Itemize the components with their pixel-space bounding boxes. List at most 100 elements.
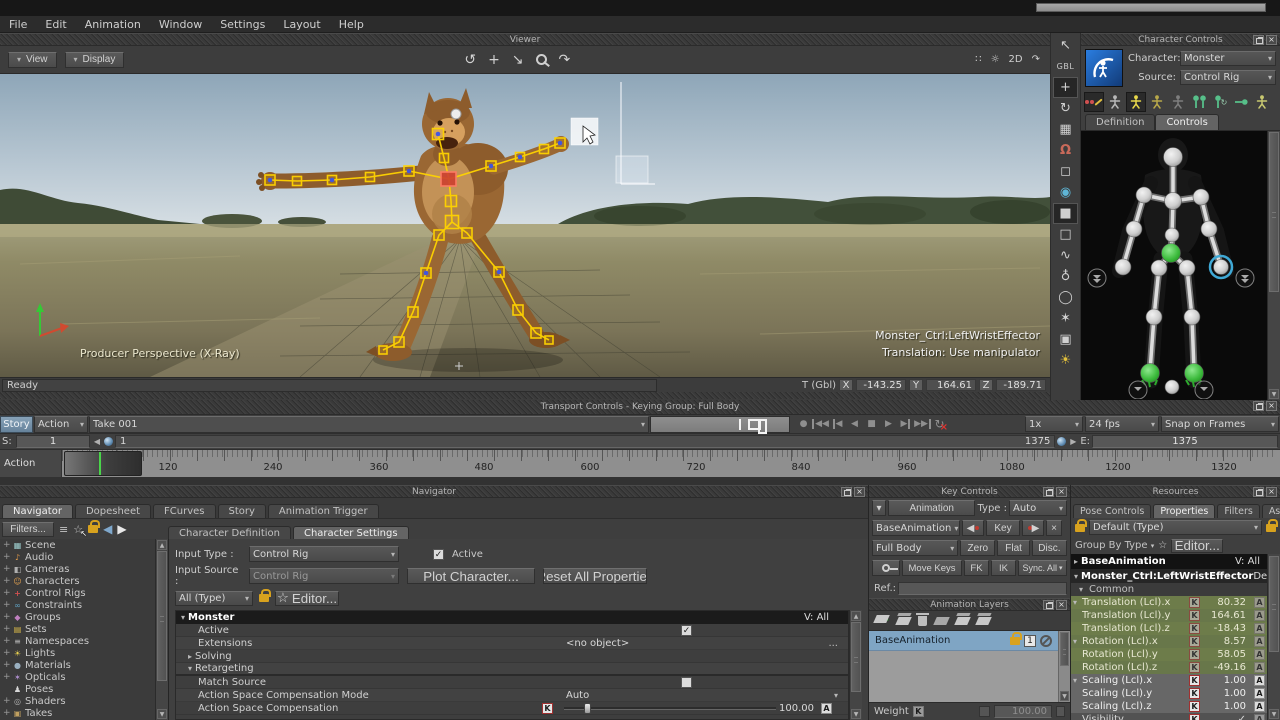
move-keys-button[interactable]: Move Keys [902,560,962,576]
extensions-value[interactable]: <no object> [566,638,629,649]
property-row[interactable]: ▾Translation (Lcl).yK164.61A [1071,609,1267,622]
tab-asset-browser[interactable]: Asset Bro [1262,504,1280,518]
shaded-display-icon[interactable]: ■ [1053,203,1078,224]
tree-scrollbar[interactable]: ▲ ▼ [155,539,168,720]
take-select[interactable]: Take 001▾ [89,416,649,433]
key-badge[interactable]: K [1189,649,1200,660]
close-panel-button[interactable]: × [1056,600,1067,610]
timeline-ruler[interactable]: Action 120 240 360 480 600 720 840 960 1… [0,449,1280,477]
scroll-down-arrow[interactable]: ▼ [851,709,861,719]
redo-arc-icon[interactable]: ↷ [1032,54,1040,65]
animation-menu-caret[interactable]: ▾ [872,500,886,516]
ik-button[interactable]: IK [991,560,1016,576]
keying-mode-icon[interactable] [1084,92,1104,112]
plot-character-button[interactable]: Plot Character... [407,568,535,584]
reference-field[interactable] [898,582,1067,595]
property-row[interactable]: ▾Translation (Lcl).zK-18.43A [1071,622,1267,635]
range-left-arrow[interactable]: ◀ [92,437,102,446]
action-mode-select[interactable]: Action▾ [34,416,88,433]
tree-item-characters[interactable]: +☺Characters [0,575,155,587]
key-badge[interactable]: K [1189,623,1200,634]
property-row-compensation-mode[interactable]: Action Space Compensation Mode Auto ▾ [176,689,848,702]
property-row-extensions[interactable]: Extensions <no object> ... [176,637,848,650]
dolly-camera-icon[interactable]: ↘ [512,52,524,68]
merge-layers-icon[interactable] [955,617,972,625]
head-effector-sphere[interactable] [451,109,461,119]
light-toggle-icon[interactable]: ☼ [991,54,1000,65]
compensation-mode-value[interactable]: Auto [566,690,589,701]
timeline-zoom-handle[interactable] [64,451,142,476]
expander-icon[interactable]: ▸ [188,652,192,661]
scroll-down-arrow[interactable]: ▼ [1269,709,1279,719]
key-badge[interactable]: K [1189,662,1200,673]
2d-mode-button[interactable]: 2D [1009,54,1023,65]
end-frame-field[interactable]: 1375 [1092,435,1278,448]
tree-item-poses[interactable]: ♟Poses [0,683,155,695]
display-menu-button[interactable]: ▾Display [65,52,125,68]
menu-file[interactable]: File [0,18,36,31]
match-source-checkbox[interactable]: ✓ [681,677,692,688]
key-badge[interactable]: K [1189,597,1200,608]
close-panel-button[interactable]: × [1266,487,1277,497]
play-button[interactable]: ▶ [880,417,897,432]
pin-translation-icon[interactable] [1189,92,1209,112]
tree-item-groups[interactable]: +◆Groups [0,611,155,623]
resources-scrollbar[interactable]: ▼ [1267,554,1280,720]
group-by-select[interactable]: Group By Type ▾ [1075,540,1154,551]
polygon-display-icon[interactable]: ◯ [1053,287,1078,308]
key-badge[interactable]: K [1189,701,1200,712]
scroll-down-arrow[interactable]: ▼ [1060,691,1069,701]
no-keying-mode-icon[interactable] [1168,92,1188,112]
key-badge[interactable]: K [1189,636,1200,647]
tree-item-shaders[interactable]: +◎Shaders [0,695,155,707]
close-panel-button[interactable]: × [1056,487,1067,497]
duplicate-layer-icon[interactable] [896,617,913,625]
stop-button[interactable]: ■ [863,417,880,432]
menu-animation[interactable]: Animation [76,18,150,31]
expander-icon[interactable]: ▾ [1079,585,1083,594]
group-row-solving[interactable]: ▸Solving [176,650,848,663]
snap-magnet-icon[interactable]: Ω [1053,140,1078,161]
float-panel-button[interactable] [1253,401,1264,411]
lock-icon[interactable] [259,594,269,602]
property-row[interactable]: ▾Scaling (Lcl).yK1.00A [1071,687,1267,700]
expander-icon[interactable]: ▾ [181,613,185,622]
z-axis-value[interactable]: -189.71 [996,379,1046,391]
wireframe-display-icon[interactable]: □ [1053,224,1078,245]
tab-character-definition[interactable]: Character Definition [168,526,291,540]
float-panel-button[interactable] [1043,600,1054,610]
close-panel-button[interactable]: × [854,487,865,497]
orbit-camera-icon[interactable]: ↺ [464,52,476,68]
loop-toggle-button[interactable]: ↻ [931,417,948,432]
key-type-select[interactable]: Auto▾ [1009,500,1067,516]
reset-all-properties-button[interactable]: Reset All Properties [543,568,647,584]
selected-object-row[interactable]: ▾ Monster_Ctrl:LeftWristEffectorDefault [1071,569,1267,583]
layout-views-icon[interactable]: ▣ [1053,329,1078,350]
tree-item-audio[interactable]: +♪Audio [0,551,155,563]
float-panel-button[interactable] [1253,35,1264,45]
keying-group-select[interactable]: Full Body▾ [872,540,958,556]
tree-item-scene[interactable]: +▦Scene [0,539,155,551]
tab-character-settings[interactable]: Character Settings [293,526,409,540]
zoom-magnifier-icon[interactable] [536,54,547,65]
animation-button[interactable]: Animation [888,500,975,516]
tree-item-control-rigs[interactable]: ++Control Rigs [0,587,155,599]
current-frame-track[interactable]: 1 1375 [115,435,1055,448]
marquee-select-icon[interactable]: ◻ [1053,161,1078,182]
snap-mode-select[interactable]: Snap on Frames▾ [1161,416,1279,432]
tree-item-lights[interactable]: +☀Lights [0,647,155,659]
scroll-down-arrow[interactable]: ▼ [1269,389,1279,399]
tab-properties[interactable]: Properties [1153,504,1215,518]
chevron-down-icon[interactable]: ▾ [834,691,838,700]
property-row[interactable]: ▾Scaling (Lcl).xK1.00A [1071,674,1267,687]
go-to-end-button[interactable]: ▶▶ [914,417,931,432]
tab-definition[interactable]: Definition [1085,114,1155,130]
property-row-compensation[interactable]: Action Space Compensation K 100.00 A [176,702,848,715]
next-key-button[interactable]: ▶ [1022,520,1044,536]
curves-display-icon[interactable]: ∿ [1053,245,1078,266]
tree-item-namespaces[interactable]: +≡Namespaces [0,635,155,647]
character-select[interactable]: Monster▾ [1180,51,1276,66]
tab-controls[interactable]: Controls [1155,114,1218,130]
back-arrow-icon[interactable]: ◀ [103,522,112,536]
scroll-up-arrow[interactable]: ▲ [851,611,861,621]
